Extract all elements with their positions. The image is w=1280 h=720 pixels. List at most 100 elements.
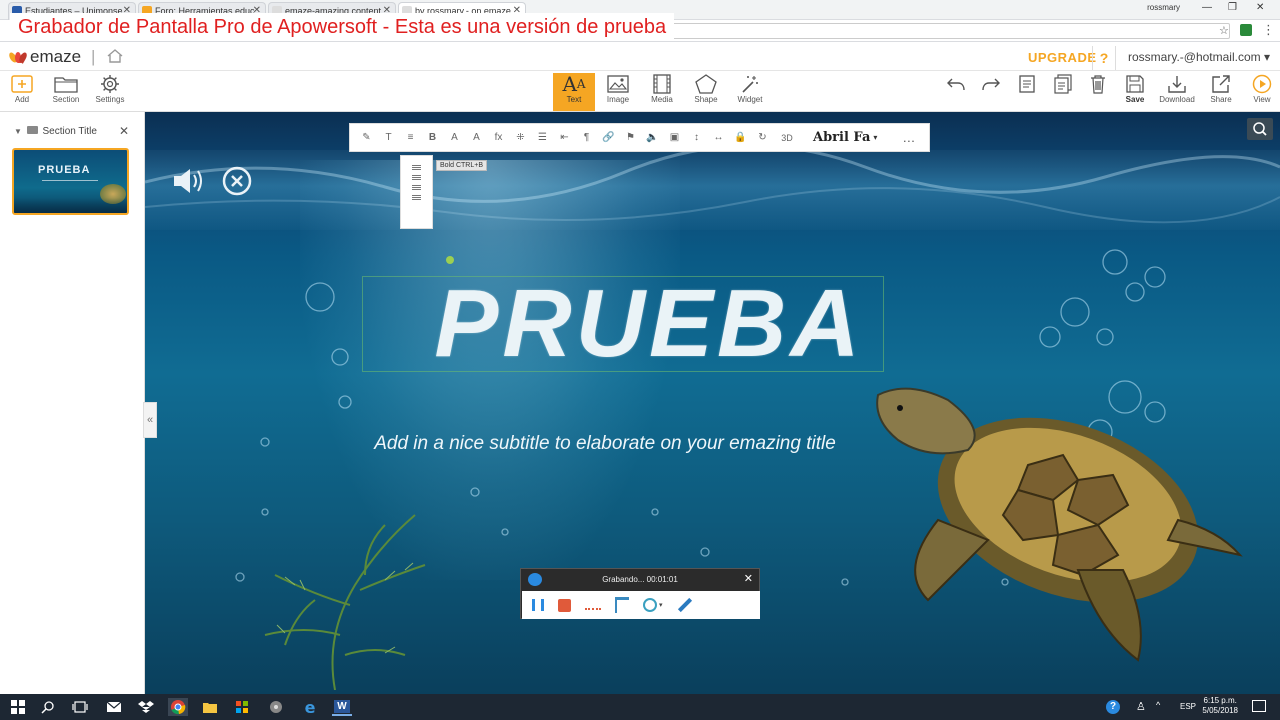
bold-icon[interactable]: B <box>426 132 439 143</box>
font-picker-chevron-icon[interactable]: ▾ <box>873 133 877 142</box>
start-button[interactable] <box>8 698 28 716</box>
effects-icon[interactable]: fx <box>492 132 505 143</box>
slide-thumbnail[interactable]: PRUEBA <box>12 148 129 215</box>
pen-icon[interactable]: ✎ <box>360 132 373 143</box>
language-indicator[interactable]: ESP <box>1180 702 1196 711</box>
text-size-icon[interactable]: T <box>382 132 395 143</box>
clear-format-icon[interactable]: ⁜ <box>514 132 527 143</box>
app-button[interactable] <box>266 698 286 716</box>
recorder-close-icon[interactable]: ✕ <box>744 569 753 590</box>
draw-line-icon[interactable] <box>585 608 601 610</box>
list-icon[interactable]: ☰ <box>536 132 549 143</box>
gear-icon <box>101 75 119 93</box>
upgrade-button[interactable]: UPGRADE <box>1028 50 1097 65</box>
highlight-icon[interactable]: A <box>470 132 483 143</box>
more-options-icon[interactable]: … <box>902 130 915 145</box>
thumbnail-title: PRUEBA <box>38 164 91 176</box>
image-tool-button[interactable]: Image <box>597 73 639 111</box>
align-center-icon[interactable] <box>412 175 421 176</box>
webcam-icon[interactable] <box>643 598 657 612</box>
collapse-panel-button[interactable]: « <box>143 402 157 438</box>
slide-subtitle[interactable]: Add in a nice subtitle to elaborate on y… <box>300 433 910 455</box>
font-picker[interactable]: Abril Fa <box>813 130 870 145</box>
sea-turtle-image <box>876 387 1243 662</box>
section-button[interactable]: Section <box>45 73 87 111</box>
restore-window-icon[interactable]: ❐ <box>1228 2 1237 13</box>
emaze-logo[interactable]: emaze | <box>7 47 95 67</box>
annotate-icon[interactable] <box>615 597 629 613</box>
share-button[interactable]: Share <box>1200 73 1242 111</box>
store-app-button[interactable] <box>232 698 252 716</box>
windows-taskbar <box>0 694 1280 720</box>
layer-icon[interactable]: ▣ <box>668 132 681 143</box>
word-app-button[interactable]: W <box>332 698 352 716</box>
webcam-dropdown-icon[interactable]: ▾ <box>659 601 663 609</box>
shape-tool-button[interactable]: Shape <box>685 73 727 111</box>
rotate-icon[interactable]: ↻ <box>756 132 769 143</box>
line-height-icon[interactable]: ↕ <box>690 132 703 143</box>
font-color-icon[interactable]: A <box>448 132 461 143</box>
media-tool-button[interactable]: Media <box>641 73 683 111</box>
lock-icon[interactable]: 🔒 <box>734 132 747 143</box>
mail-app-button[interactable] <box>104 698 124 716</box>
browser-menu-icon[interactable]: ⋮ <box>1262 22 1275 38</box>
help-button[interactable]: ? <box>1092 46 1116 70</box>
download-button[interactable]: Download <box>1156 73 1198 111</box>
chrome-app-button[interactable] <box>168 698 188 716</box>
rotate-handle[interactable] <box>446 256 454 264</box>
notes-icon <box>1019 75 1035 93</box>
remove-audio-icon[interactable] <box>222 166 252 196</box>
browser-user-chip[interactable]: rossmary <box>1147 3 1180 12</box>
indent-icon[interactable]: ⇤ <box>558 132 571 143</box>
media-tool-label: Media <box>651 95 673 104</box>
search-taskbar-button[interactable] <box>38 698 58 716</box>
slide-title[interactable]: PRUEBA <box>362 276 936 372</box>
section-title[interactable]: ▼ Section Title <box>14 126 97 137</box>
section-collapse-icon[interactable]: ▼ <box>14 127 22 136</box>
link-icon[interactable]: 🔗 <box>602 132 615 143</box>
letter-spacing-icon[interactable]: ↔ <box>712 132 725 143</box>
stop-icon[interactable] <box>558 598 571 612</box>
add-button[interactable]: Add <box>1 73 43 111</box>
chrome-icon <box>171 700 186 715</box>
zoom-button[interactable] <box>1247 118 1273 140</box>
mail-icon <box>106 701 122 712</box>
audio-icon[interactable]: 🔈 <box>646 132 659 143</box>
view-button[interactable]: View <box>1241 73 1280 111</box>
align-justify-icon[interactable] <box>412 195 421 196</box>
pen-tool-icon[interactable] <box>677 597 692 613</box>
close-window-icon[interactable]: ✕ <box>1256 2 1264 13</box>
delete-button[interactable] <box>1077 73 1119 111</box>
account-menu[interactable]: rossmary.-@hotmail.com ▾ <box>1128 50 1270 64</box>
dropbox-app-button[interactable] <box>136 698 156 716</box>
taskbar-clock[interactable]: 6:15 p.m. 5/05/2018 <box>1202 696 1238 716</box>
people-tray-icon[interactable]: ♙ <box>1136 700 1146 713</box>
bookmark-star-icon[interactable]: ☆ <box>1219 24 1229 37</box>
recording-status: Grabando... 00:01:01 <box>602 575 678 584</box>
windows-logo-icon <box>11 700 25 714</box>
paragraph-icon[interactable]: ¶ <box>580 132 593 143</box>
help-tray-icon[interactable]: ? <box>1106 700 1120 714</box>
3d-icon[interactable]: 3D <box>778 133 796 143</box>
extension-icon[interactable] <box>1240 24 1252 36</box>
store-icon <box>236 701 248 713</box>
align-right-icon[interactable] <box>412 185 421 186</box>
text-tool-button[interactable]: AA Text <box>553 72 595 111</box>
align-left-icon[interactable] <box>412 165 421 166</box>
section-close-icon[interactable]: ✕ <box>119 124 129 138</box>
align-icon[interactable]: ≡ <box>404 132 417 143</box>
thumbnail-subtitle-line <box>42 180 98 181</box>
explorer-app-button[interactable] <box>200 698 220 716</box>
speaker-icon[interactable] <box>172 166 208 196</box>
flag-icon[interactable]: ⚑ <box>624 132 637 143</box>
notifications-icon[interactable] <box>1252 700 1266 712</box>
task-view-button[interactable] <box>70 698 90 716</box>
home-icon[interactable] <box>106 48 124 64</box>
widget-tool-button[interactable]: Widget <box>729 73 771 111</box>
pause-icon[interactable] <box>532 599 544 611</box>
settings-button[interactable]: Settings <box>89 73 131 111</box>
edge-app-button[interactable]: e <box>300 698 320 717</box>
minimize-window-icon[interactable]: — <box>1202 2 1212 13</box>
tray-chevron-icon[interactable]: ^ <box>1156 700 1160 710</box>
save-button[interactable]: Save <box>1114 73 1156 111</box>
